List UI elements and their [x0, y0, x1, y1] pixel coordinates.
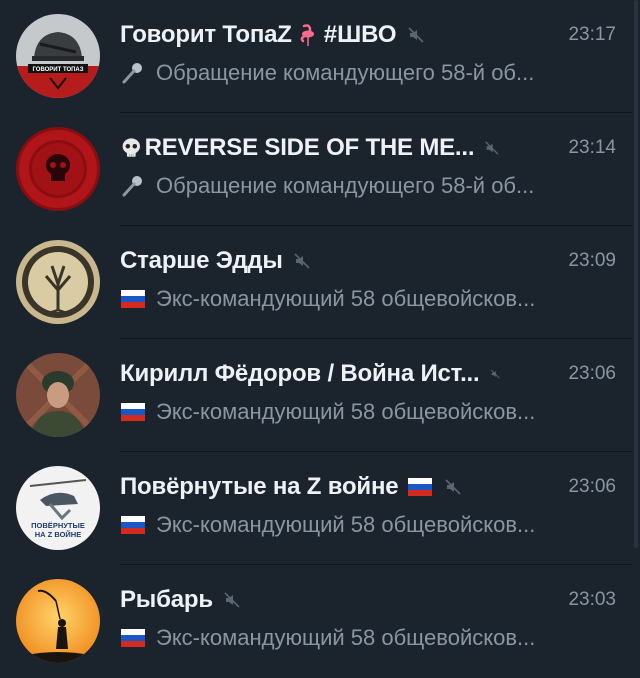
chat-row-starshe-eddy[interactable]: Старше Эдды 23:09 Экс-командующий 58 общ… — [0, 226, 632, 339]
russian-flag-icon — [121, 516, 145, 534]
soldier-portrait-avatar — [16, 353, 100, 437]
scrollbar-thumb[interactable] — [634, 0, 638, 548]
chat-title: Старше Эдды — [120, 247, 283, 274]
scrollbar[interactable] — [634, 0, 638, 676]
russian-flag-icon — [121, 403, 145, 421]
chat-preview: Обращение командующего 58-й об... — [156, 60, 535, 85]
fisherman-sunset-avatar — [16, 579, 100, 663]
chat-preview: Обращение командующего 58-й об... — [156, 173, 535, 198]
muted-icon — [485, 141, 499, 155]
skull-icon — [122, 138, 141, 157]
chat-avatar[interactable]: ПОВЁРНУТЫЕ НА Z ВОЙНЕ — [16, 466, 100, 550]
chat-title: Кирилл Фёдоров / Война Ист... — [120, 360, 480, 387]
chat-time: 23:06 — [568, 363, 616, 384]
avatar-caption: ПОВЁРНУТЫЕ — [31, 521, 85, 530]
red-skull-avatar — [16, 127, 100, 211]
chat-row-govorit-topaz[interactable]: ГОВОРИТ ТОПАЗ Говорит ТопаZ #ШВО 23:17 О… — [0, 0, 632, 113]
chat-title: Говорит ТопаZ — [120, 21, 292, 48]
russian-flag-icon — [121, 629, 145, 647]
chat-time: 23:17 — [568, 24, 616, 45]
chat-time: 23:06 — [568, 476, 616, 497]
microphone-icon — [122, 63, 142, 84]
helicopter-logo-avatar: ПОВЁРНУТЫЕ НА Z ВОЙНЕ — [16, 466, 100, 550]
chat-time: 23:09 — [568, 250, 616, 271]
tree-emblem-avatar — [16, 240, 100, 324]
chat-time: 23:03 — [568, 589, 616, 610]
chat-preview: Экс-командующий 58 общевойсков... — [156, 286, 536, 311]
russian-flag-icon — [408, 478, 433, 496]
helmet-logo-avatar: ГОВОРИТ ТОПАЗ — [16, 14, 100, 98]
avatar-caption: НА Z ВОЙНЕ — [35, 530, 81, 539]
chat-avatar[interactable] — [16, 240, 100, 324]
chat-avatar[interactable] — [16, 353, 100, 437]
chat-title-tag: #ШВО — [323, 21, 397, 48]
chat-avatar[interactable]: ГОВОРИТ ТОПАЗ — [16, 14, 100, 98]
muted-icon — [294, 253, 310, 269]
chat-avatar[interactable] — [16, 579, 100, 663]
chat-title: REVERSE SIDE OF THE ME... — [144, 134, 475, 161]
russian-flag-icon — [121, 290, 145, 308]
avatar-caption: ГОВОРИТ ТОПАЗ — [32, 67, 83, 73]
chat-title: Рыбарь — [120, 586, 213, 613]
muted-icon — [224, 592, 240, 608]
chat-title: Повёрнутые на Z войне — [120, 473, 399, 500]
muted-icon — [408, 27, 424, 43]
muted-icon — [490, 369, 500, 379]
chat-row-reverse-side[interactable]: REVERSE SIDE OF THE ME... 23:14 Обращени… — [0, 113, 632, 226]
flamingo-icon — [300, 24, 314, 46]
chat-time: 23:14 — [568, 137, 616, 158]
microphone-icon — [122, 176, 142, 197]
chat-row-rybar[interactable]: Рыбарь 23:03 Экс-командующий 58 общевойс… — [0, 565, 632, 678]
chat-avatar[interactable] — [16, 127, 100, 211]
chat-preview: Экс-командующий 58 общевойсков... — [156, 625, 536, 650]
muted-icon — [445, 479, 461, 495]
chat-preview: Экс-командующий 58 общевойсков... — [156, 512, 536, 537]
chat-row-kirill-fedorov[interactable]: Кирилл Фёдоров / Война Ист... 23:06 Экс-… — [0, 339, 632, 452]
chat-list: ГОВОРИТ ТОПАЗ Говорит ТопаZ #ШВО 23:17 О… — [0, 0, 632, 676]
chat-preview: Экс-командующий 58 общевойсков... — [156, 399, 536, 424]
chat-row-povernutye[interactable]: ПОВЁРНУТЫЕ НА Z ВОЙНЕ Повёрнутые на Z во… — [0, 452, 632, 565]
